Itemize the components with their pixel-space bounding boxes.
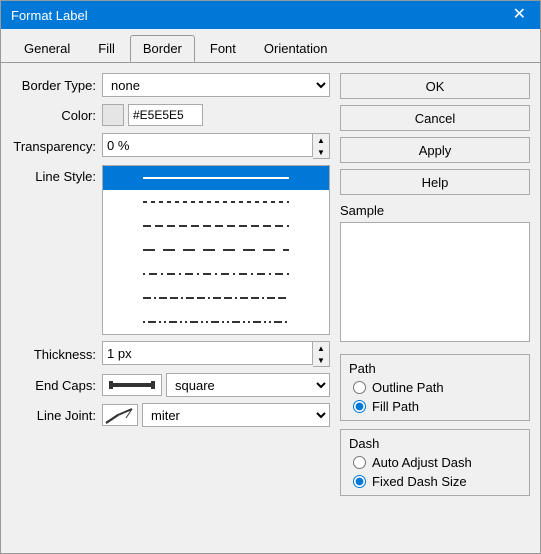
fixed-dash-label[interactable]: Fixed Dash Size bbox=[372, 474, 467, 489]
dialog-title: Format Label bbox=[11, 8, 88, 23]
transparency-row: Transparency: ▲ ▼ bbox=[11, 133, 330, 159]
dialog-content: Border Type: none solid dashed dotted Co… bbox=[1, 63, 540, 553]
transparency-control: ▲ ▼ bbox=[102, 133, 330, 159]
line-style-solid[interactable] bbox=[103, 166, 329, 190]
end-caps-select[interactable]: square round flat bbox=[166, 373, 330, 397]
line-style-medium-dash[interactable] bbox=[103, 214, 329, 238]
dash-radio-group: Auto Adjust Dash Fixed Dash Size bbox=[349, 455, 521, 489]
apply-button[interactable]: Apply bbox=[340, 137, 530, 163]
auto-adjust-dash-label[interactable]: Auto Adjust Dash bbox=[372, 455, 472, 470]
line-style-row: Line Style: bbox=[11, 165, 330, 335]
path-section: Path Outline Path Fill Path bbox=[340, 354, 530, 421]
fixed-dash-radio[interactable] bbox=[353, 475, 366, 488]
thickness-label: Thickness: bbox=[11, 347, 96, 362]
tab-orientation[interactable]: Orientation bbox=[251, 35, 341, 62]
close-button[interactable]: ✕ bbox=[509, 7, 530, 23]
line-style-solid-bottom[interactable] bbox=[103, 334, 329, 335]
color-row: Color: bbox=[11, 103, 330, 127]
right-panel: OK Cancel Apply Help Sample Path Outline… bbox=[340, 73, 530, 543]
line-style-label: Line Style: bbox=[11, 165, 96, 184]
color-label: Color: bbox=[11, 108, 96, 123]
path-radio-group: Outline Path Fill Path bbox=[349, 380, 521, 414]
thickness-down-button[interactable]: ▼ bbox=[313, 354, 329, 366]
end-caps-preview bbox=[102, 374, 162, 396]
auto-adjust-dash-row: Auto Adjust Dash bbox=[353, 455, 521, 470]
end-caps-row: End Caps: square round flat bbox=[11, 373, 330, 397]
fixed-dash-row: Fixed Dash Size bbox=[353, 474, 521, 489]
dash-section: Dash Auto Adjust Dash Fixed Dash Size bbox=[340, 429, 530, 496]
line-joint-select[interactable]: miter round bevel bbox=[142, 403, 330, 427]
outline-path-radio[interactable] bbox=[353, 381, 366, 394]
line-style-long-space[interactable] bbox=[103, 238, 329, 262]
title-bar: Format Label ✕ bbox=[1, 1, 540, 29]
format-label-dialog: Format Label ✕ General Fill Border Font … bbox=[0, 0, 541, 554]
border-type-select[interactable]: none solid dashed dotted bbox=[102, 73, 330, 97]
line-style-listbox[interactable] bbox=[102, 165, 330, 335]
fill-path-radio[interactable] bbox=[353, 400, 366, 413]
fill-path-label[interactable]: Fill Path bbox=[372, 399, 419, 414]
end-caps-label: End Caps: bbox=[11, 378, 96, 393]
line-style-dot-dash[interactable] bbox=[103, 262, 329, 286]
path-section-label: Path bbox=[349, 361, 521, 376]
tab-general[interactable]: General bbox=[11, 35, 83, 62]
line-style-dash-dot-dash[interactable] bbox=[103, 286, 329, 310]
color-swatch[interactable] bbox=[102, 104, 124, 126]
transparency-down-button[interactable]: ▼ bbox=[313, 146, 329, 158]
tab-border[interactable]: Border bbox=[130, 35, 195, 62]
outline-path-label[interactable]: Outline Path bbox=[372, 380, 444, 395]
outline-path-row: Outline Path bbox=[353, 380, 521, 395]
tab-fill[interactable]: Fill bbox=[85, 35, 128, 62]
fill-path-row: Fill Path bbox=[353, 399, 521, 414]
transparency-spinner: ▲ ▼ bbox=[313, 133, 330, 159]
cancel-button[interactable]: Cancel bbox=[340, 105, 530, 131]
border-type-label: Border Type: bbox=[11, 78, 96, 93]
action-buttons: OK Cancel Apply Help bbox=[340, 73, 530, 195]
auto-adjust-dash-radio[interactable] bbox=[353, 456, 366, 469]
end-caps-control: square round flat bbox=[102, 373, 330, 397]
help-button[interactable]: Help bbox=[340, 169, 530, 195]
border-type-control: none solid dashed dotted bbox=[102, 73, 330, 97]
thickness-input[interactable] bbox=[102, 341, 313, 365]
line-style-short-dash[interactable] bbox=[103, 190, 329, 214]
line-style-dot-dash-dot[interactable] bbox=[103, 310, 329, 334]
thickness-up-button[interactable]: ▲ bbox=[313, 342, 329, 354]
color-hex-input[interactable] bbox=[128, 104, 203, 126]
sample-preview bbox=[340, 222, 530, 342]
border-type-row: Border Type: none solid dashed dotted bbox=[11, 73, 330, 97]
thickness-spinner: ▲ ▼ bbox=[313, 341, 330, 367]
transparency-input[interactable] bbox=[102, 133, 313, 157]
line-joint-control: miter round bevel bbox=[102, 403, 330, 427]
dash-section-label: Dash bbox=[349, 436, 521, 451]
tabs-bar: General Fill Border Font Orientation bbox=[1, 29, 540, 63]
line-joint-label: Line Joint: bbox=[11, 408, 96, 423]
sample-label: Sample bbox=[340, 203, 530, 218]
color-control bbox=[102, 104, 203, 126]
left-panel: Border Type: none solid dashed dotted Co… bbox=[11, 73, 330, 543]
thickness-row: Thickness: ▲ ▼ bbox=[11, 341, 330, 367]
ok-button[interactable]: OK bbox=[340, 73, 530, 99]
line-joint-row: Line Joint: miter round bevel bbox=[11, 403, 330, 427]
thickness-control: ▲ ▼ bbox=[102, 341, 330, 367]
transparency-up-button[interactable]: ▲ bbox=[313, 134, 329, 146]
tab-font[interactable]: Font bbox=[197, 35, 249, 62]
transparency-label: Transparency: bbox=[11, 139, 96, 154]
line-joint-preview bbox=[102, 404, 138, 426]
sample-section: Sample bbox=[340, 203, 530, 346]
